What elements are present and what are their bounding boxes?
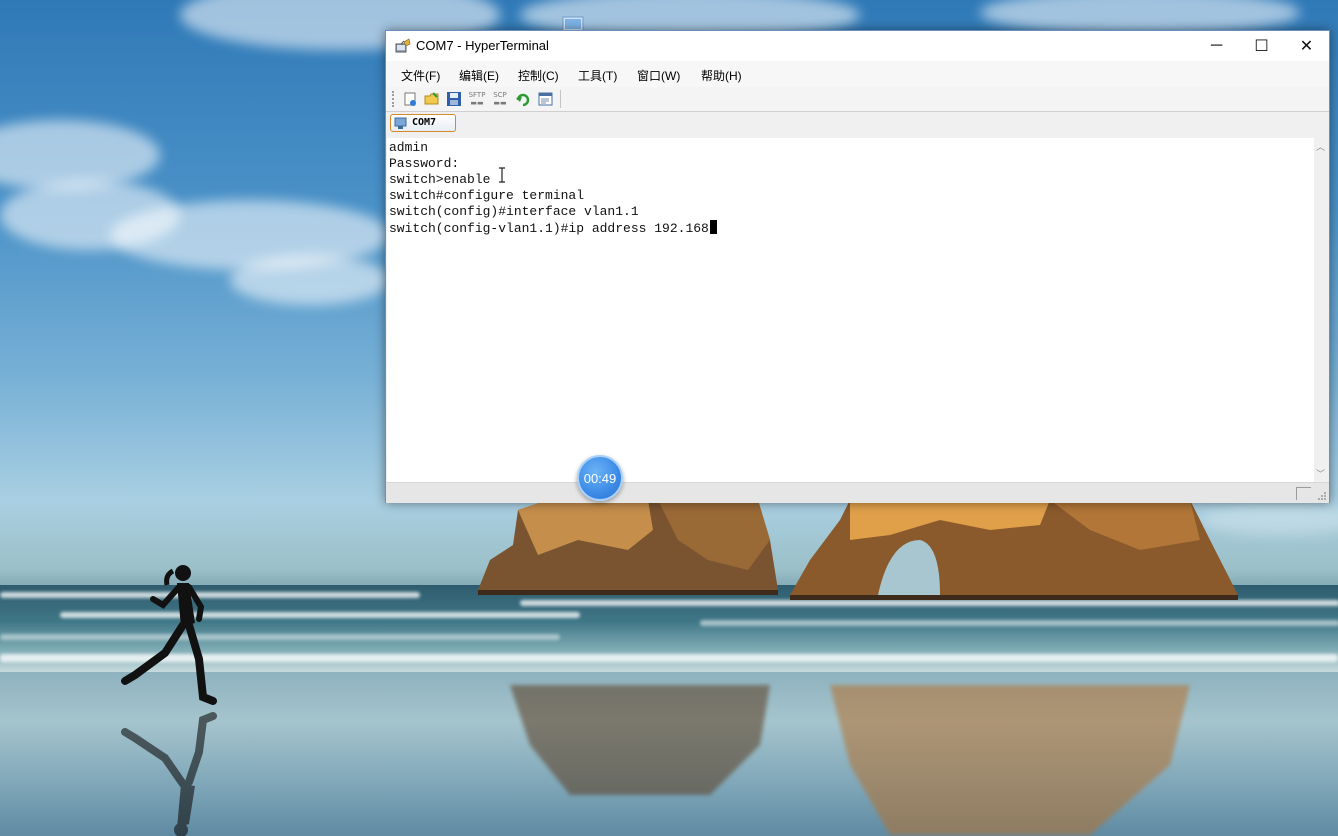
tab-com7[interactable]: COM7 [390, 114, 456, 132]
menu-window[interactable]: 窗口(W) [635, 66, 682, 85]
close-icon: ✕ [1299, 38, 1314, 55]
terminal-current-line: switch(config-vlan1.1)#ip address 192.16… [389, 220, 717, 237]
scroll-up-icon[interactable]: ︿ [1316, 140, 1325, 153]
menu-control[interactable]: 控制(C) [516, 66, 561, 85]
title-bar[interactable]: COM7 - HyperTerminal ─ ☐ ✕ [386, 31, 1329, 61]
runner-silhouette [121, 565, 217, 705]
terminal-line: admin [389, 140, 429, 155]
terminal-output[interactable]: admin Password: switch>enable switch#con… [387, 138, 1314, 482]
terminal-scrollbar[interactable]: ︿ ﹀ [1314, 138, 1328, 482]
toolbar-separator [560, 90, 561, 108]
sea-stack-left [478, 500, 778, 595]
session-tab-bar: COM7 [386, 112, 1329, 136]
hyperterminal-app-icon [395, 38, 411, 53]
menu-bar: 文件(F) 编辑(E) 控制(C) 工具(T) 窗口(W) 帮助(H) [386, 61, 1329, 87]
properties-window-icon [538, 92, 553, 106]
minimize-button[interactable]: ─ [1194, 31, 1239, 61]
maximize-icon: ☐ [1254, 38, 1269, 55]
close-button[interactable]: ✕ [1284, 31, 1329, 61]
new-connection-button[interactable] [400, 89, 420, 109]
reconnect-arrow-icon [516, 93, 530, 107]
terminal-line: switch(config-vlan1.1)#ip address 192.16… [389, 221, 709, 236]
minimize-icon: ─ [1210, 37, 1223, 54]
wave [0, 634, 560, 640]
resize-grip-icon[interactable] [1317, 491, 1327, 501]
sftp-button[interactable]: SFTP ▬▬ [467, 89, 487, 109]
sea-stack-right [790, 500, 1238, 600]
save-button[interactable] [444, 89, 464, 109]
terminal-line: switch(config)#interface vlan1.1 [389, 204, 639, 219]
toolbar: SFTP ▬▬ SCP ▬▬ [386, 87, 1329, 112]
scp-label: SCP [493, 91, 507, 99]
menu-file[interactable]: 文件(F) [399, 66, 442, 85]
terminal-line: Password: [389, 156, 460, 171]
recording-timer-badge[interactable]: 00:49 [577, 455, 623, 501]
new-connection-icon [404, 92, 416, 106]
save-disk-icon [447, 92, 461, 106]
toolbar-grip[interactable] [392, 91, 396, 107]
timer-text: 00:49 [583, 470, 617, 486]
terminal-line: switch#configure terminal [389, 188, 585, 203]
wave [700, 620, 1338, 626]
text-cursor [709, 220, 717, 234]
reconnect-button[interactable] [513, 89, 533, 109]
scroll-down-icon[interactable]: ﹀ [1316, 467, 1325, 480]
serial-session-icon [394, 117, 407, 129]
maximize-button[interactable]: ☐ [1239, 31, 1284, 61]
status-bar [386, 482, 1329, 503]
rock-reflection-right [830, 685, 1190, 835]
scp-icon: SCP ▬▬ [493, 91, 507, 107]
sftp-label: SFTP [468, 91, 486, 99]
tab-label: COM7 [412, 117, 437, 128]
open-folder-icon [424, 92, 439, 105]
cloud [230, 255, 390, 305]
menu-edit[interactable]: 编辑(E) [457, 66, 501, 85]
mouse-ibeam-cursor [499, 167, 505, 183]
runner-reflection [121, 712, 217, 836]
menu-tools[interactable]: 工具(T) [576, 66, 619, 85]
properties-button[interactable] [536, 89, 556, 109]
menu-help[interactable]: 帮助(H) [699, 66, 744, 85]
terminal-line: switch>enable [389, 172, 491, 187]
hyperterminal-window: COM7 - HyperTerminal ─ ☐ ✕ 文件(F) 编辑(E) 控… [385, 30, 1330, 503]
open-button[interactable] [422, 89, 442, 109]
wave [520, 600, 1338, 606]
sftp-icon: SFTP ▬▬ [468, 91, 486, 107]
status-panel [1296, 487, 1311, 500]
window-title: COM7 - HyperTerminal [416, 38, 549, 53]
rock-reflection-left [510, 685, 770, 795]
scp-button[interactable]: SCP ▬▬ [490, 89, 510, 109]
